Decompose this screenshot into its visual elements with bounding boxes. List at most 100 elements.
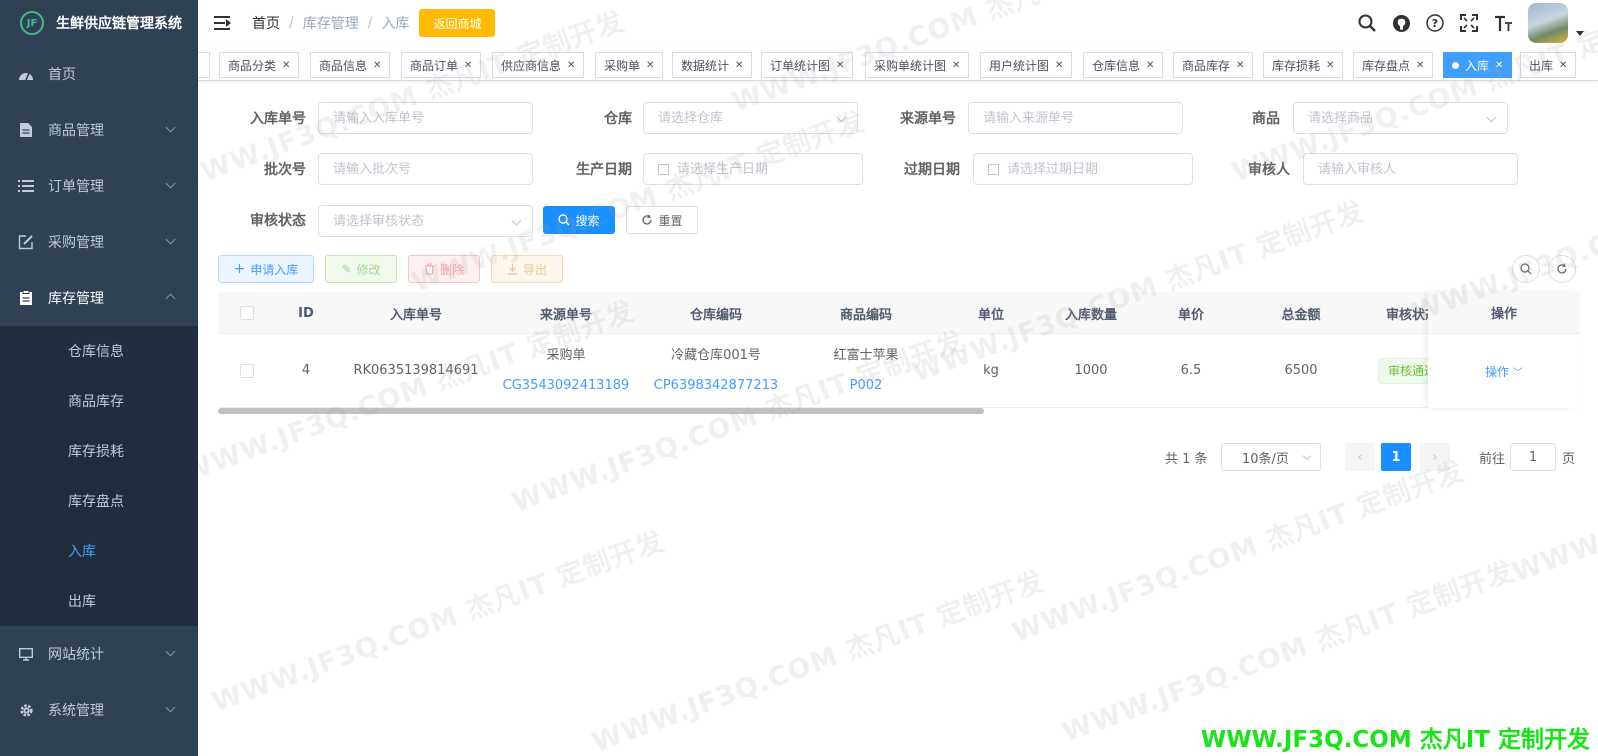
- app-title: 生鲜供应链管理系统: [56, 16, 182, 32]
- close-icon[interactable]: ✕: [836, 60, 844, 71]
- caret-down-icon[interactable]: [1576, 30, 1584, 36]
- close-icon[interactable]: ✕: [1559, 60, 1567, 71]
- source-no-link[interactable]: CG3543092413189: [503, 371, 630, 401]
- tag-item-active[interactable]: 入库 ✕: [1443, 52, 1513, 78]
- close-icon[interactable]: ✕: [735, 60, 743, 71]
- tag-item[interactable]: 出库 ✕: [1520, 52, 1577, 78]
- sidebar-subitem-outbound[interactable]: 出库: [0, 576, 198, 626]
- search-icon[interactable]: [1350, 0, 1384, 46]
- sidebar-subitem-check[interactable]: 库存盘点: [0, 476, 198, 526]
- sidebar-item-purchase[interactable]: 采购管理: [0, 214, 198, 270]
- tag-item[interactable]: [198, 52, 210, 78]
- close-icon[interactable]: ✕: [373, 60, 381, 71]
- search-button[interactable]: 搜索: [543, 206, 615, 234]
- close-icon[interactable]: ✕: [646, 60, 654, 71]
- trash-icon: [424, 263, 434, 275]
- font-size-icon[interactable]: [1486, 0, 1520, 46]
- sidebar-item-order[interactable]: 订单管理: [0, 158, 198, 214]
- select-all-checkbox[interactable]: [240, 306, 254, 320]
- hamburger-icon[interactable]: [214, 15, 232, 31]
- page-size-select[interactable]: 10条/页: [1221, 443, 1321, 471]
- close-icon[interactable]: ✕: [282, 60, 290, 71]
- scrollbar-thumb[interactable]: [218, 408, 984, 414]
- close-icon[interactable]: ✕: [952, 60, 960, 71]
- github-icon[interactable]: [1384, 0, 1418, 46]
- close-icon[interactable]: ✕: [567, 60, 575, 71]
- tag-item[interactable]: 库存损耗 ✕: [1263, 52, 1344, 78]
- action-dropdown[interactable]: 操作 ﹀: [1485, 363, 1523, 380]
- fullscreen-icon[interactable]: [1452, 0, 1486, 46]
- horizontal-scrollbar[interactable]: [218, 408, 1580, 415]
- tag-item[interactable]: 商品分类 ✕: [219, 52, 300, 78]
- tag-item[interactable]: 商品库存 ✕: [1173, 52, 1254, 78]
- apply-inbound-button[interactable]: + 申请入库: [218, 255, 314, 283]
- batch-no-field[interactable]: [333, 161, 532, 177]
- source-no-input[interactable]: [968, 102, 1183, 134]
- close-icon[interactable]: ✕: [1416, 60, 1424, 71]
- audit-status-select[interactable]: [318, 205, 533, 237]
- tag-item[interactable]: 用户统计图 ✕: [980, 52, 1073, 78]
- sidebar-subitem-warehouse[interactable]: 仓库信息: [0, 326, 198, 376]
- search-icon: [1520, 263, 1532, 275]
- prev-page-button[interactable]: ‹: [1345, 443, 1375, 471]
- sidebar-subitem-loss[interactable]: 库存损耗: [0, 426, 198, 476]
- export-button[interactable]: 导出: [491, 255, 563, 283]
- close-icon[interactable]: ✕: [1495, 60, 1503, 71]
- next-page-button[interactable]: ›: [1420, 443, 1450, 471]
- sidebar-item-system[interactable]: 系统管理: [0, 682, 198, 738]
- breadcrumb-current: 入库: [381, 16, 410, 32]
- tag-item[interactable]: 数据统计 ✕: [672, 52, 753, 78]
- product-select[interactable]: [1293, 102, 1508, 134]
- toggle-search-button[interactable]: [1512, 255, 1540, 283]
- product-field[interactable]: [1308, 110, 1507, 126]
- close-icon[interactable]: ✕: [464, 60, 472, 71]
- sidebar-item-home[interactable]: 首页: [0, 46, 198, 102]
- close-icon[interactable]: ✕: [1236, 60, 1244, 71]
- row-checkbox[interactable]: [240, 364, 254, 378]
- sidebar-subitem-stock[interactable]: 商品库存: [0, 376, 198, 426]
- tag-item[interactable]: 仓库信息 ✕: [1083, 52, 1164, 78]
- expire-date-picker[interactable]: [973, 153, 1193, 185]
- sidebar-subitem-inbound[interactable]: 入库: [0, 526, 198, 576]
- warehouse-code-link[interactable]: CP6398342877213: [654, 371, 778, 401]
- expire-date-field[interactable]: [1007, 161, 1192, 177]
- tag-item[interactable]: 库存盘点 ✕: [1353, 52, 1434, 78]
- product-code-link[interactable]: P002: [850, 371, 883, 401]
- reset-button[interactable]: 重置: [626, 206, 698, 234]
- tag-item[interactable]: 供应商信息 ✕: [492, 52, 585, 78]
- sidebar-item-inventory[interactable]: 库存管理: [0, 270, 198, 326]
- tag-item[interactable]: 采购单统计图 ✕: [865, 52, 970, 78]
- sidebar-item-product[interactable]: 商品管理: [0, 102, 198, 158]
- breadcrumb-home[interactable]: 首页: [252, 13, 280, 33]
- page-number-1[interactable]: 1: [1381, 443, 1411, 471]
- warehouse-select[interactable]: [643, 102, 858, 134]
- warehouse-field[interactable]: [658, 110, 857, 126]
- watermark-footer: WWW.JF3Q.COM 杰凡IT 定制开发: [1200, 727, 1590, 753]
- produce-date-picker[interactable]: [643, 153, 863, 185]
- back-to-shop-button[interactable]: 返回商城: [419, 9, 496, 37]
- refresh-button[interactable]: [1548, 255, 1576, 283]
- auditor-input[interactable]: [1303, 153, 1518, 185]
- tag-item[interactable]: 商品信息 ✕: [310, 52, 391, 78]
- batch-no-input[interactable]: [318, 153, 533, 185]
- edit-button[interactable]: ✎ 修改: [325, 255, 397, 283]
- tag-item[interactable]: 订单统计图 ✕: [761, 52, 854, 78]
- close-icon[interactable]: ✕: [1055, 60, 1063, 71]
- sidebar-item-stats[interactable]: 网站统计: [0, 626, 198, 682]
- avatar[interactable]: [1528, 3, 1568, 43]
- produce-date-field[interactable]: [677, 161, 862, 177]
- help-icon[interactable]: ?: [1418, 0, 1452, 46]
- calendar-icon: [658, 163, 669, 175]
- logo[interactable]: JF 生鲜供应链管理系统: [0, 0, 198, 46]
- close-icon[interactable]: ✕: [1326, 60, 1334, 71]
- source-no-field[interactable]: [983, 110, 1182, 126]
- goto-page-input[interactable]: 1: [1510, 443, 1556, 471]
- close-icon[interactable]: ✕: [1146, 60, 1154, 71]
- tag-item[interactable]: 商品订单 ✕: [401, 52, 482, 78]
- tag-item[interactable]: 采购单 ✕: [595, 52, 664, 78]
- auditor-field[interactable]: [1318, 161, 1517, 177]
- delete-button[interactable]: 删除: [408, 255, 480, 283]
- order-no-field[interactable]: [333, 110, 532, 126]
- order-no-input[interactable]: [318, 102, 533, 134]
- audit-status-field[interactable]: [333, 213, 532, 229]
